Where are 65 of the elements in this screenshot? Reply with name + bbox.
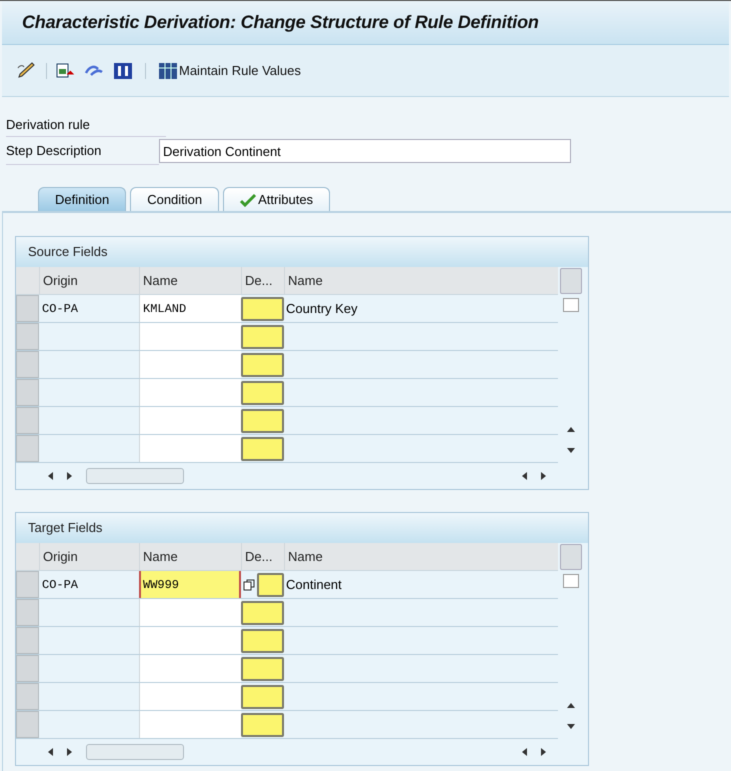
tab[interactable]: Condition xyxy=(130,187,220,211)
name-input[interactable] xyxy=(139,627,241,654)
input-field[interactable] xyxy=(241,352,284,376)
table-cell-text: CO-PA xyxy=(42,300,78,318)
column-header[interactable]: Name xyxy=(288,270,323,290)
scroll-up-icon[interactable] xyxy=(566,425,576,433)
column-header[interactable]: Origin xyxy=(43,546,78,566)
checkbox[interactable] xyxy=(563,574,579,588)
scroll-left-icon[interactable] xyxy=(520,747,528,757)
name-input[interactable] xyxy=(139,323,241,350)
input-field[interactable] xyxy=(241,656,284,680)
input-field[interactable] xyxy=(241,628,284,652)
name-input[interactable] xyxy=(139,407,241,434)
name-input[interactable] xyxy=(139,435,241,462)
scroll-left-icon[interactable] xyxy=(46,747,54,757)
scroll-left-icon[interactable] xyxy=(46,471,54,481)
table-title: Source Fields xyxy=(28,243,108,262)
step-description-field[interactable]: Derivation Continent xyxy=(159,139,571,163)
name-input[interactable] xyxy=(139,379,241,406)
name-input[interactable]: WW999 xyxy=(139,571,241,598)
name-input[interactable] xyxy=(139,351,241,378)
input-field[interactable] xyxy=(241,684,284,708)
window-title: Characteristic Derivation: Change Structure of Rule Definition xyxy=(22,11,539,34)
input-field[interactable] xyxy=(241,408,284,432)
copy-icon[interactable] xyxy=(243,578,255,590)
scroll-left-icon[interactable] xyxy=(520,471,528,481)
field-label: Step Description xyxy=(6,142,102,160)
scroll-right-icon[interactable] xyxy=(66,471,74,481)
table-cell-text: CO-PA xyxy=(42,576,78,594)
checkbox[interactable] xyxy=(563,298,579,312)
name-input[interactable] xyxy=(139,683,241,710)
tab[interactable]: Attributes xyxy=(223,187,330,211)
table-cell-text: Continent xyxy=(286,576,342,594)
scroll-up-icon[interactable] xyxy=(566,701,576,709)
horizontal-scrollbar-thumb[interactable] xyxy=(86,468,184,484)
input-field[interactable] xyxy=(241,296,284,320)
column-header[interactable]: Name xyxy=(143,546,178,566)
input-field[interactable] xyxy=(241,600,284,624)
table-icon xyxy=(158,62,178,80)
name-input[interactable] xyxy=(139,599,241,626)
scroll-down-icon[interactable] xyxy=(566,723,576,731)
input-field[interactable] xyxy=(241,436,284,460)
input-field[interactable] xyxy=(241,712,284,736)
scroll-right-icon[interactable] xyxy=(66,747,74,757)
scroll-right-icon[interactable] xyxy=(540,471,548,481)
maintain-rule-values-button[interactable]: Maintain Rule Values xyxy=(158,60,301,80)
scroll-down-icon[interactable] xyxy=(566,447,576,455)
column-header[interactable]: Name xyxy=(288,546,323,566)
input-field[interactable] xyxy=(241,324,284,348)
field-label: Derivation rule xyxy=(6,116,90,134)
tab[interactable]: Definition xyxy=(38,187,126,211)
scroll-right-icon[interactable] xyxy=(540,747,548,757)
export-icon[interactable] xyxy=(55,62,75,80)
column-header[interactable]: De... xyxy=(245,546,272,566)
table-title: Target Fields xyxy=(28,519,102,538)
column-header[interactable]: De... xyxy=(245,270,272,290)
table-cell-text: Country Key xyxy=(286,300,358,318)
horizontal-scrollbar-thumb[interactable] xyxy=(86,744,184,760)
column-header[interactable]: Origin xyxy=(43,270,78,290)
input-field[interactable] xyxy=(241,380,284,404)
input-field[interactable] xyxy=(257,572,284,596)
name-input[interactable] xyxy=(139,711,241,738)
name-input[interactable] xyxy=(139,655,241,682)
name-input[interactable]: KMLAND xyxy=(139,295,241,322)
column-header[interactable]: Name xyxy=(143,270,178,290)
